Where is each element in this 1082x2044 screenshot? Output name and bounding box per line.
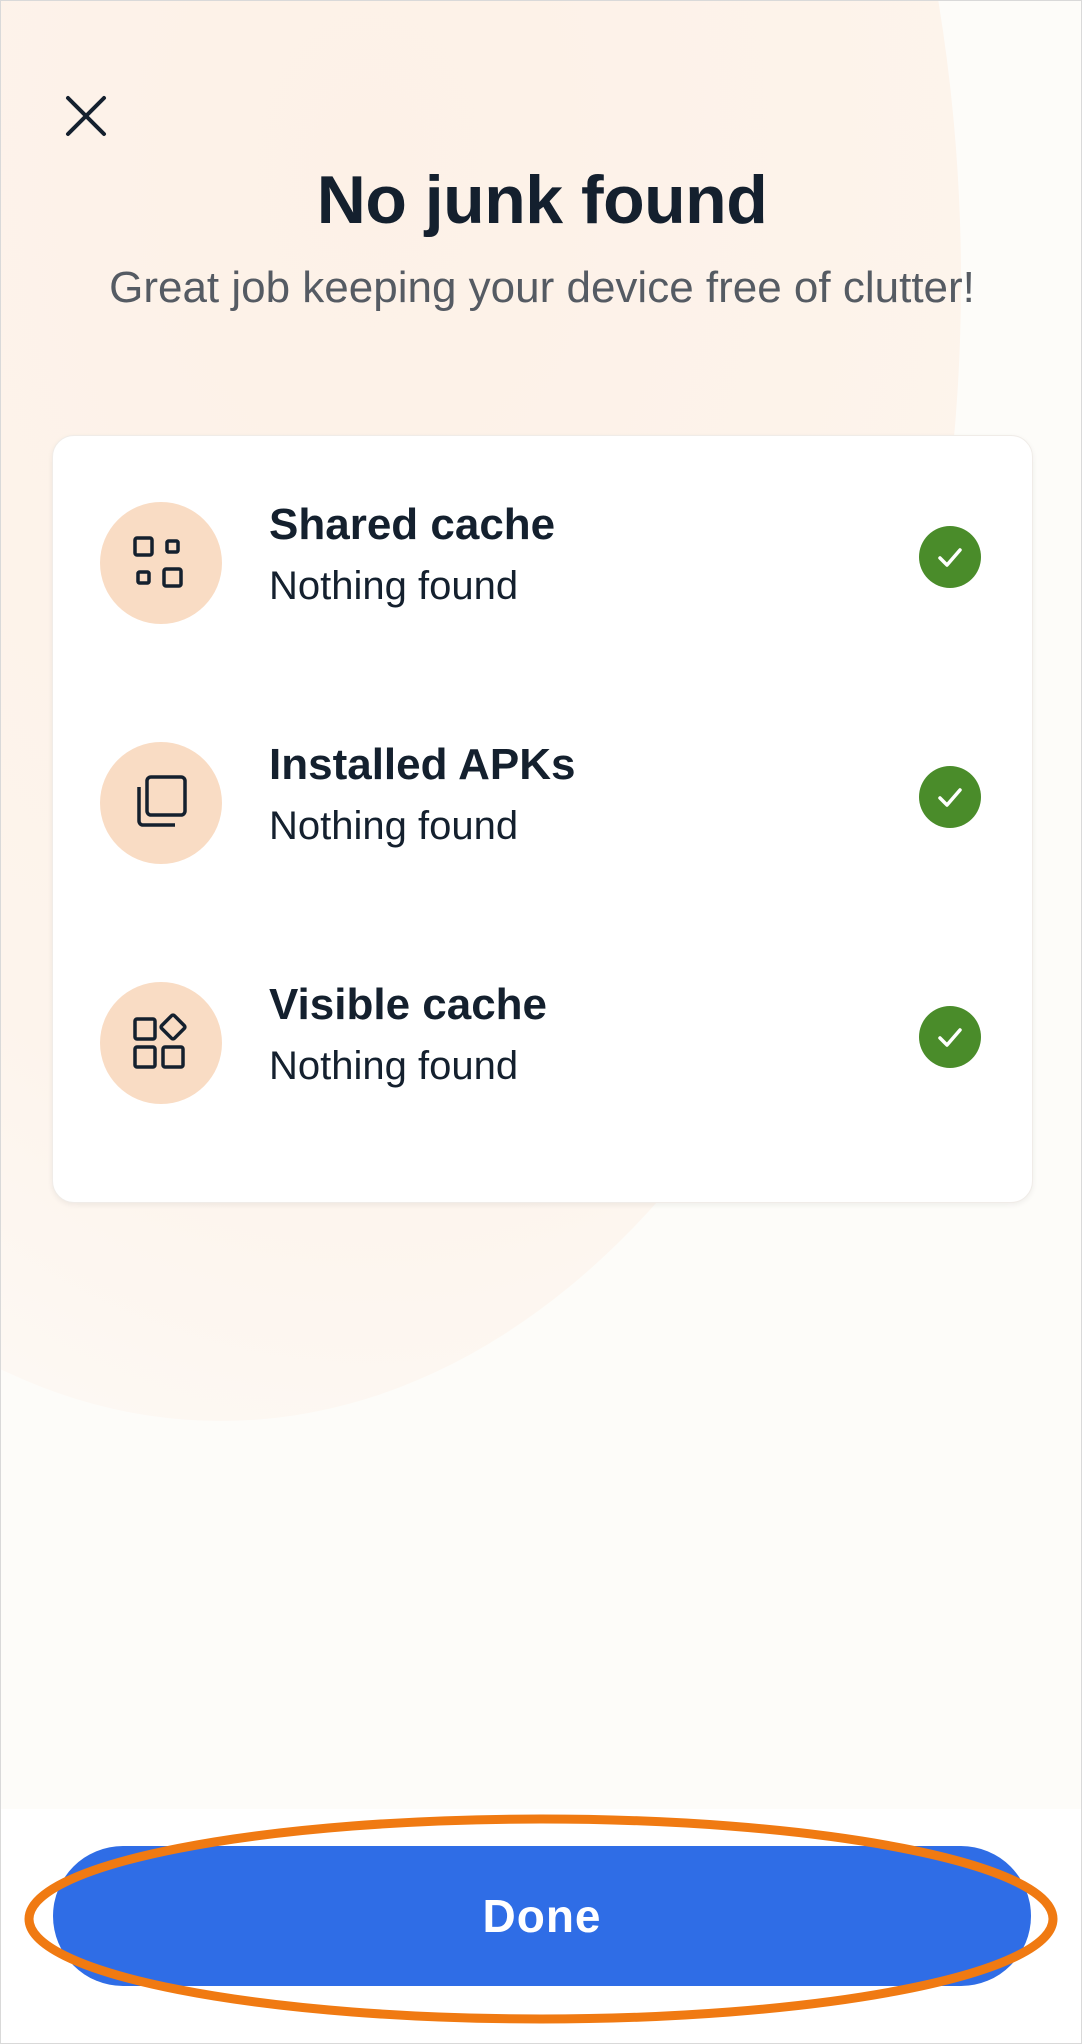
installed-apks-icon [100,742,222,864]
check-icon [919,526,981,588]
done-button[interactable]: Done [53,1846,1031,1986]
result-status: Nothing found [269,564,519,608]
result-row-shared-cache: Shared cache Nothing found [53,492,1032,632]
result-row-visible-cache: Visible cache Nothing found [53,972,1032,1112]
result-title: Installed APKs [269,740,576,789]
close-button[interactable] [56,86,116,146]
check-icon [919,766,981,828]
result-status: Nothing found [269,804,519,848]
visible-cache-icon [100,982,222,1104]
scan-results-card: Shared cache Nothing found Installed APK… [52,435,1033,1203]
result-row-installed-apks: Installed APKs Nothing found [53,732,1032,872]
page-title: No junk found [316,162,768,238]
shared-cache-icon [100,502,222,624]
close-icon [66,96,106,136]
result-title: Shared cache [269,500,556,549]
result-title: Visible cache [269,980,548,1029]
result-status: Nothing found [269,1044,519,1088]
check-icon [919,1006,981,1068]
page-subtitle: Great job keeping your device free of cl… [109,263,975,312]
screen: No junk found Great job keeping your dev… [0,0,1082,2044]
